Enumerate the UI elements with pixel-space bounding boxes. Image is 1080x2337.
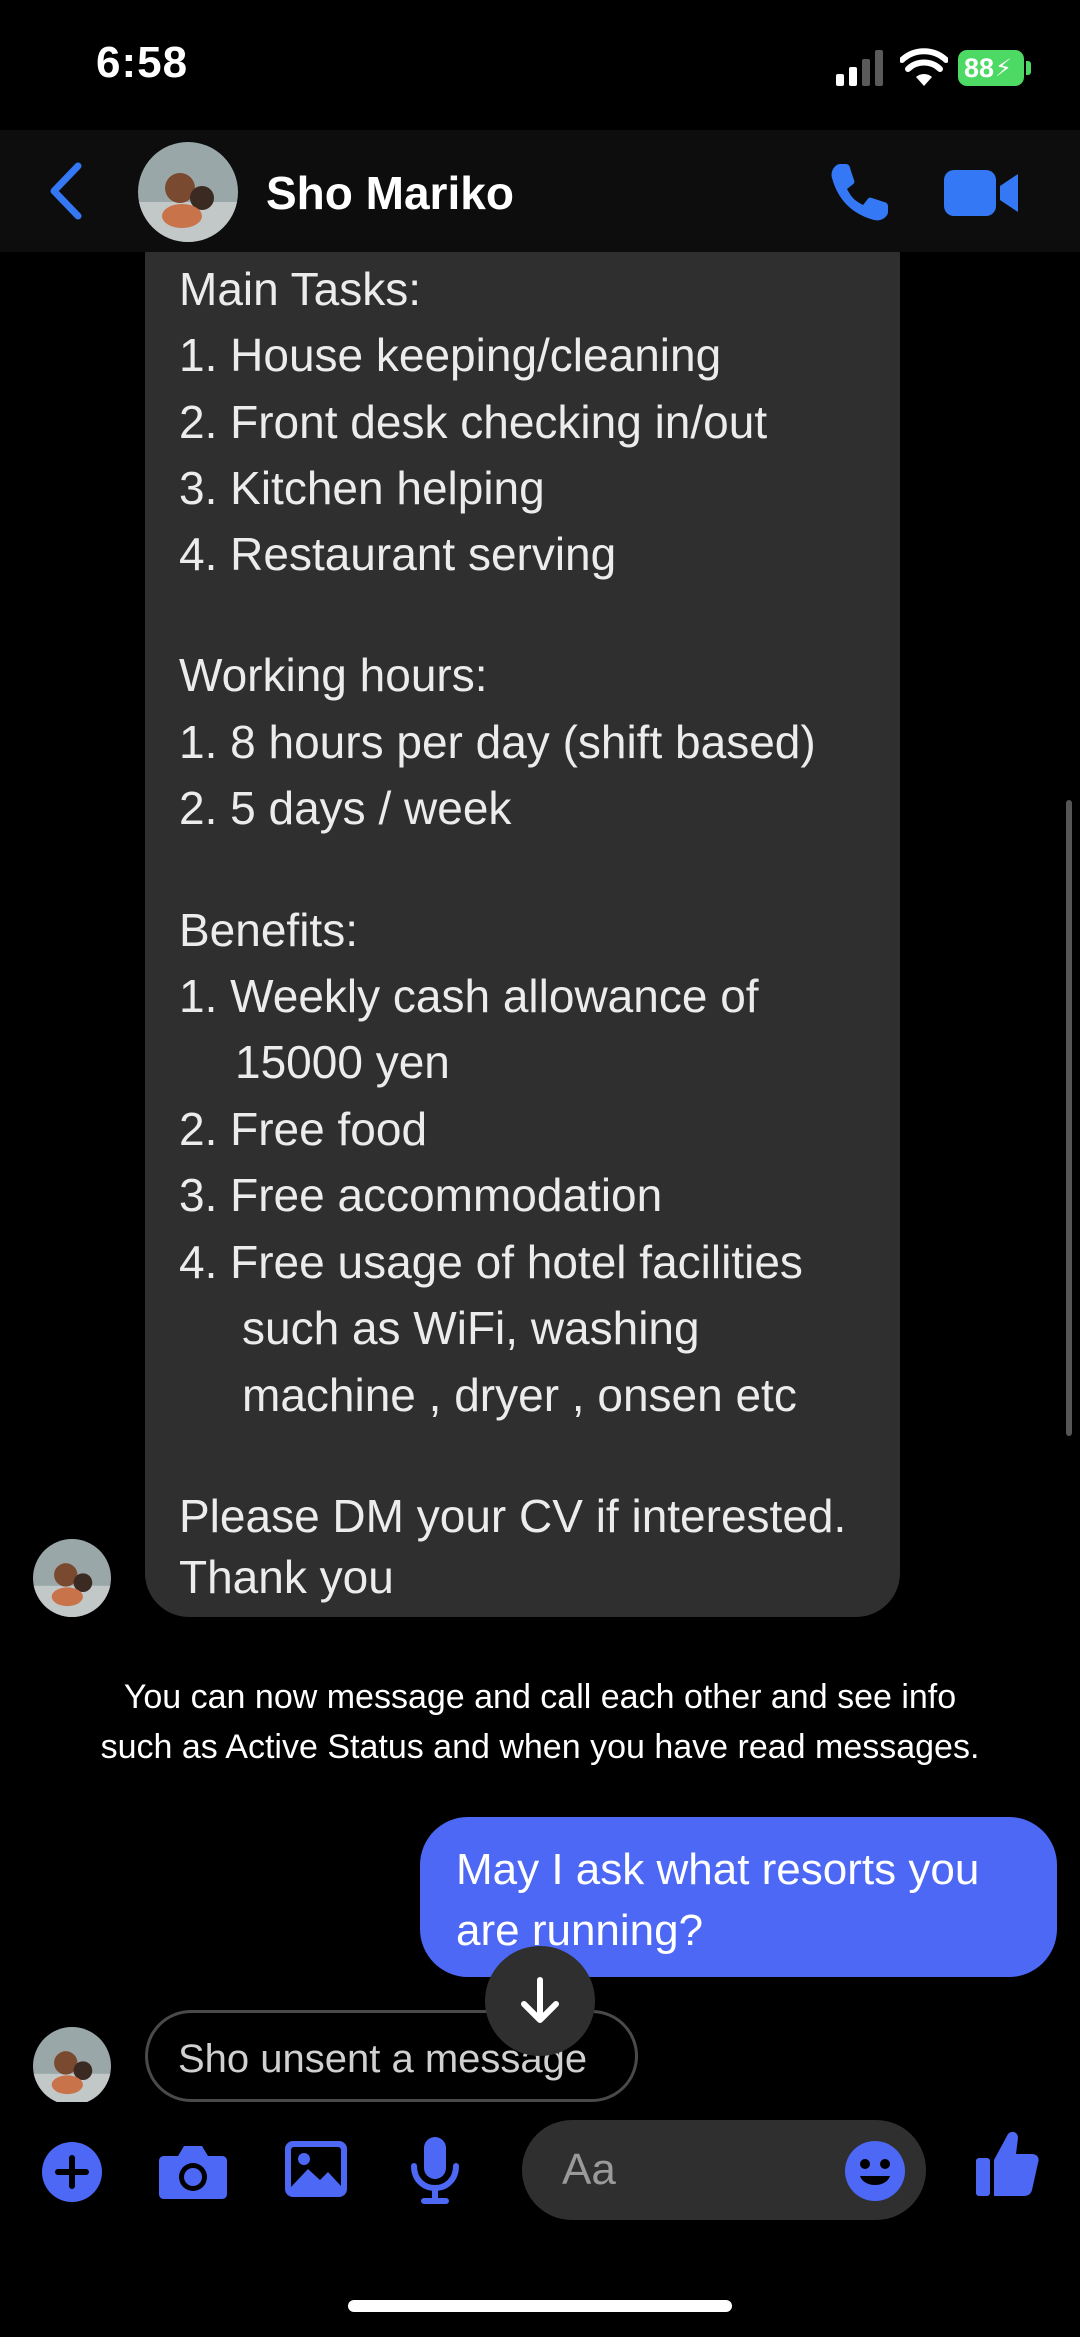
- plus-icon[interactable]: [40, 2140, 104, 2204]
- arrow-down-icon: [521, 1977, 559, 2023]
- scrollbar[interactable]: [1066, 800, 1072, 1436]
- message-input-field[interactable]: [522, 2120, 926, 2220]
- scroll-to-bottom-button[interactable]: [485, 1946, 595, 2056]
- sender-avatar[interactable]: [33, 1539, 111, 1617]
- message-line: Benefits:: [179, 904, 358, 956]
- conversation-header: Sho Mariko: [0, 130, 1080, 252]
- clock: 6:58: [96, 38, 189, 87]
- message-line: 2. Front desk checking in/out: [179, 396, 768, 448]
- phone-call-icon[interactable]: [826, 160, 892, 226]
- connection-info-notice: You can now message and call each other …: [0, 1672, 1080, 1772]
- battery-level: 88: [964, 52, 995, 83]
- wifi-icon: [900, 48, 948, 86]
- thumbs-up-icon[interactable]: [974, 2130, 1040, 2198]
- message-line: machine , dryer , onsen etc: [242, 1369, 797, 1421]
- back-chevron-icon[interactable]: [40, 158, 96, 224]
- message-list[interactable]: Main Tasks: 1. House keeping/cleaning 2.…: [0, 252, 1080, 2102]
- message-line: 3. Kitchen helping: [179, 462, 545, 514]
- message-line: 4. Restaurant serving: [179, 528, 617, 580]
- contact-name[interactable]: Sho Mariko: [266, 166, 514, 220]
- incoming-message-bubble[interactable]: Main Tasks: 1. House keeping/cleaning 2.…: [145, 252, 900, 1617]
- charging-bolt-icon: ⚡: [995, 54, 1012, 82]
- video-call-icon[interactable]: [944, 166, 1020, 220]
- cellular-signal-icon: [836, 50, 883, 86]
- message-line: 1. Weekly cash allowance of: [179, 970, 759, 1022]
- message-line: May I ask what resorts you: [456, 1845, 980, 1894]
- home-indicator[interactable]: [348, 2300, 732, 2312]
- message-line: Thank you: [179, 1551, 394, 1603]
- contact-avatar[interactable]: [138, 142, 238, 242]
- message-line: Please DM your CV if interested.: [179, 1490, 847, 1542]
- message-line: 4. Free usage of hotel facilities: [179, 1236, 803, 1288]
- emoji-icon[interactable]: [844, 2140, 906, 2202]
- message-line: Main Tasks:: [179, 263, 422, 315]
- camera-icon[interactable]: [158, 2142, 228, 2200]
- message-line: 15000 yen: [235, 1036, 450, 1088]
- gallery-icon[interactable]: [284, 2140, 348, 2198]
- message-line: 3. Free accommodation: [179, 1169, 663, 1221]
- message-line: 2. Free food: [179, 1103, 428, 1155]
- status-bar: 6:58 88 ⚡: [0, 0, 1080, 130]
- message-composer: [0, 2102, 1080, 2242]
- message-line: Working hours:: [179, 649, 488, 701]
- battery-cap: [1026, 61, 1031, 75]
- battery-icon: 88 ⚡: [958, 50, 1024, 86]
- message-input[interactable]: [562, 2120, 842, 2220]
- notice-line: You can now message and call each other …: [123, 1678, 957, 1716]
- sender-avatar[interactable]: [33, 2027, 111, 2102]
- message-line: 1. 8 hours per day (shift based): [179, 716, 816, 768]
- notice-line: such as Active Status and when you have …: [100, 1728, 980, 1766]
- message-line: 2. 5 days / week: [179, 782, 512, 834]
- message-line: such as WiFi, washing: [242, 1302, 700, 1354]
- message-line: 1. House keeping/cleaning: [179, 329, 722, 381]
- microphone-icon[interactable]: [410, 2136, 460, 2204]
